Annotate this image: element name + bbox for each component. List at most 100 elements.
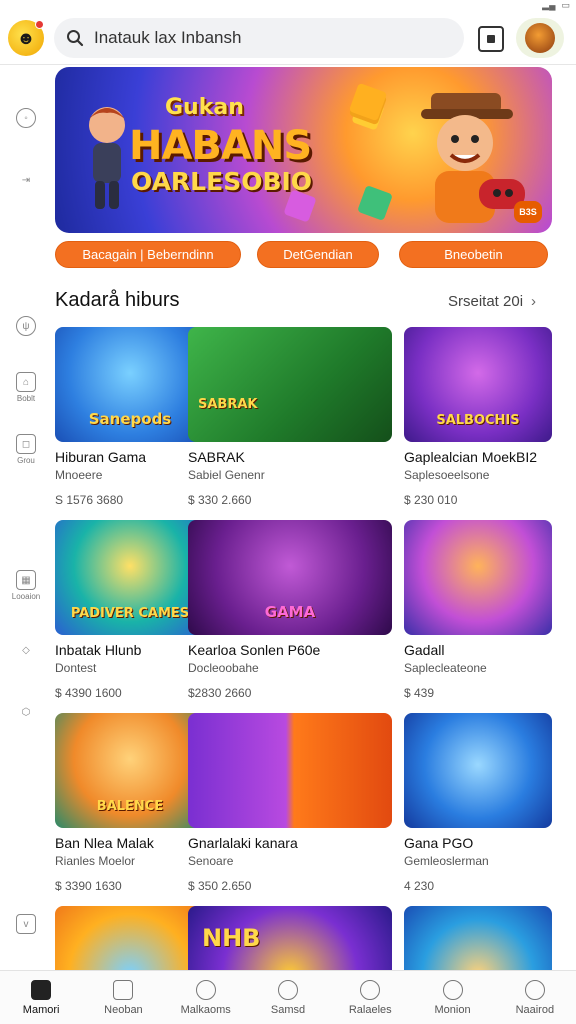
game-thumbnail: BALENCE — [55, 713, 205, 828]
game-card[interactable]: Sanepods Hiburan Gama Mnoeere S 1576 368… — [55, 327, 205, 507]
nav-profile[interactable]: Naairod — [494, 971, 576, 1024]
hero-badge: B3S — [514, 201, 542, 223]
tag-icon: ◇ — [22, 644, 30, 656]
game-subtitle: Saplesoeelsone — [404, 468, 490, 482]
app-screen: ▂▄ ▭ ☻ ◦ ⇥ ψ ⌂Boblt ◻Grou ▦Looaion ◇ ⬡ v — [0, 0, 576, 1024]
settings-icon: ψ — [16, 316, 36, 336]
house-icon — [113, 980, 134, 1000]
game-subtitle: Saplecleateone — [404, 661, 487, 675]
search-icon — [442, 980, 463, 1000]
game-meta: 4 230 — [404, 879, 435, 893]
notification-dot — [35, 20, 44, 29]
nav-search[interactable]: Malkaoms — [165, 971, 247, 1024]
filter-pill-3[interactable]: Bneobetin — [399, 241, 548, 268]
game-card[interactable]: Gana PGO Gemleoslerman 4 230 — [404, 713, 552, 893]
game-title: SABRAK — [188, 449, 245, 465]
thumbnail-logo: GAMA — [264, 603, 316, 621]
rail-item-3[interactable]: ψ — [6, 316, 46, 338]
game-meta: S 1576 3680 — [55, 493, 124, 507]
game-subtitle: Docleoobahe — [188, 661, 259, 675]
game-meta: $ 230 010 — [404, 493, 458, 507]
game-title: Gadall — [404, 642, 445, 658]
header-divider — [0, 64, 576, 65]
magnifier-icon — [360, 980, 381, 1000]
thumbnail-logo: SALBOCHIS — [436, 413, 520, 428]
search-icon — [195, 980, 216, 1000]
chevron-right-icon: › — [531, 293, 537, 310]
game-title: Inbatak Hlunb — [55, 642, 142, 658]
profile-avatar[interactable] — [516, 18, 564, 58]
hero-title-line3: OARLESOBIO — [131, 167, 313, 196]
game-card[interactable]: Gadall Saplecleateone $ 439 — [404, 520, 552, 700]
group-icon: ◻ — [16, 434, 36, 454]
game-card[interactable]: Gnarlalaki kanara Senoare $ 350 2.650 — [188, 713, 392, 893]
home-icon — [31, 980, 52, 1000]
square-icon — [487, 35, 495, 43]
nav-library[interactable]: Neoban — [82, 971, 164, 1024]
signal-icon: ▂▄ — [542, 0, 556, 10]
game-thumbnail — [404, 713, 552, 828]
game-subtitle: Dontest — [55, 661, 97, 675]
rail-item-7[interactable]: ◇ — [6, 640, 46, 662]
search-icon — [67, 30, 84, 47]
game-thumbnail — [188, 713, 392, 828]
see-all-link[interactable]: Srseitat 20i › — [448, 293, 536, 310]
thumbnail-logo: NHB — [202, 924, 261, 952]
game-card[interactable]: BALENCE Ban Nlea Malak Rianles Moelor $ … — [55, 713, 205, 893]
game-card[interactable]: GAMA Kearloa Sonlen P60e Docleoobahe $28… — [188, 520, 392, 700]
thumbnail-logo: Sanepods — [88, 410, 172, 428]
hero-title-line1: Gukan — [165, 95, 244, 120]
search-input[interactable] — [94, 28, 444, 48]
smiley-icon: ☻ — [16, 27, 36, 48]
game-title: Kearloa Sonlen P60e — [188, 642, 321, 658]
filter-pill-1[interactable]: Bacagain | Beberndinn — [55, 241, 241, 268]
hero-banner[interactable]: Gukan HABANS OARLESOBIO B3S — [55, 67, 552, 233]
thumbnail-logo: PADIVER CAMES — [70, 606, 190, 621]
rail-item-5[interactable]: ◻ Grou — [6, 434, 46, 465]
bottom-nav: Mamori Neoban Malkaoms Samsd Ralaeles Mo… — [0, 970, 576, 1024]
game-thumbnail: Sanepods — [55, 327, 205, 442]
rail-item-1[interactable]: ◦ — [6, 108, 46, 130]
rail-item-2[interactable]: ⇥ — [6, 170, 46, 192]
game-meta: $2830 2660 — [188, 686, 252, 700]
rail-item-9[interactable]: v — [6, 914, 46, 936]
game-meta: $ 3390 1630 — [55, 879, 122, 893]
hero-title-line2: HABANS — [129, 123, 312, 169]
status-bar: ▂▄ ▭ — [542, 0, 570, 10]
game-thumbnail — [404, 520, 552, 635]
game-title: Gana PGO — [404, 835, 474, 851]
avatar-icon — [525, 23, 555, 53]
game-card[interactable]: PADIVER CAMES Inbatak Hlunb Dontest $ 43… — [55, 520, 205, 700]
nav-monitor[interactable]: Monion — [411, 971, 493, 1024]
game-subtitle: Senoare — [188, 854, 234, 868]
left-rail: ◦ ⇥ ψ ⌂ Boblt ◻ Grou ▦ Looaion ◇ ⬡ v — [0, 66, 52, 976]
app-logo-icon[interactable]: ☻ — [8, 20, 44, 56]
game-thumbnail: PADIVER CAMES — [55, 520, 205, 635]
user-icon — [524, 980, 545, 1000]
game-title: Gaplealcian MoekBI2 — [404, 449, 538, 465]
thumbnail-logo: BALENCE — [96, 799, 164, 814]
cube-icon — [357, 185, 393, 221]
game-meta: $ 330 2.660 — [188, 493, 252, 507]
rail-item-4[interactable]: ⌂ Boblt — [6, 372, 46, 403]
see-all-label: Srseitat 20i — [448, 293, 524, 310]
rail-item-8[interactable]: ⬡ — [6, 702, 46, 724]
search-bar[interactable] — [54, 18, 464, 58]
rail-item-6[interactable]: ▦ Looaion — [6, 570, 46, 601]
thumbnail-logo: SABRAK — [198, 397, 258, 412]
game-title: Gnarlalaki kanara — [188, 835, 298, 851]
game-card[interactable]: SALBOCHIS Gaplealcian MoekBI2 Saplesoeel… — [404, 327, 552, 507]
chevron-down-icon: v — [16, 914, 36, 934]
nav-games[interactable]: Samsd — [247, 971, 329, 1024]
circle-icon: ◦ — [16, 108, 36, 128]
game-subtitle: Rianles Moelor — [55, 854, 136, 868]
filter-pill-2[interactable]: DetGendian — [257, 241, 379, 268]
game-thumbnail: GAMA — [188, 520, 392, 635]
scan-button[interactable] — [478, 26, 504, 52]
nav-releases[interactable]: Ralaeles — [329, 971, 411, 1024]
game-meta: $ 4390 1600 — [55, 686, 122, 700]
home-icon: ⌂ — [16, 372, 36, 392]
game-card[interactable]: SABRAK SABRAK Sabiel Genenr $ 330 2.660 — [188, 327, 392, 507]
nav-home[interactable]: Mamori — [0, 971, 82, 1024]
arrow-right-icon: ⇥ — [21, 174, 31, 186]
